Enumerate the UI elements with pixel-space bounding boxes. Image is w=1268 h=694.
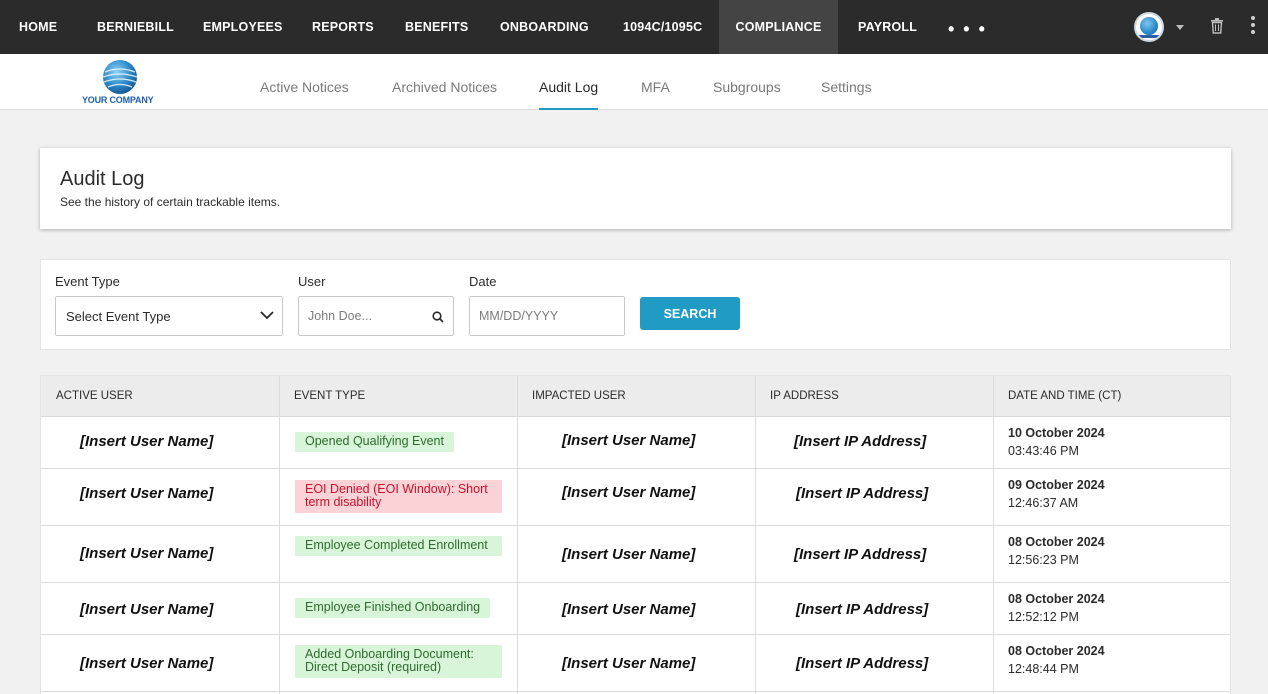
- ip-address-cell: [Insert IP Address]: [796, 601, 929, 618]
- date-cell: 08 October 2024: [1008, 535, 1105, 549]
- avatar-label-mark: [1138, 35, 1160, 38]
- search-icon[interactable]: [432, 311, 444, 323]
- nav-item-onboarding[interactable]: ONBOARDING: [500, 0, 589, 54]
- table-header-row: ACTIVE USER EVENT TYPE IMPACTED USER IP …: [41, 376, 1230, 417]
- chevron-down-icon: [260, 311, 274, 320]
- event-type-badge: Added Onboarding Document: Direct Deposi…: [295, 645, 502, 678]
- nav-item-payroll[interactable]: PAYROLL: [858, 0, 917, 54]
- column-header-active-user: ACTIVE USER: [56, 390, 133, 402]
- event-type-badge: Opened Qualifying Event: [295, 432, 454, 452]
- ip-address-cell: [Insert IP Address]: [794, 433, 927, 450]
- time-cell: 12:56:23 PM: [1008, 553, 1079, 567]
- nav-item-benefits[interactable]: BENEFITS: [405, 0, 468, 54]
- active-user-cell: [Insert User Name]: [80, 545, 214, 562]
- table-row[interactable]: [Insert User Name] EOI Denied (EOI Windo…: [41, 469, 1230, 526]
- nav-item-home[interactable]: HOME: [19, 0, 57, 54]
- active-user-cell: [Insert User Name]: [80, 485, 214, 502]
- table-row[interactable]: [Insert User Name] Opened Qualifying Eve…: [41, 417, 1230, 469]
- column-header-impacted-user: IMPACTED USER: [532, 390, 626, 402]
- date-cell: 10 October 2024: [1008, 426, 1105, 440]
- caret-down-icon[interactable]: [1176, 25, 1184, 30]
- table-row[interactable]: [Insert User Name] Employee Completed En…: [41, 526, 1230, 583]
- active-user-cell: [Insert User Name]: [80, 601, 214, 618]
- event-type-label: Event Type: [55, 274, 120, 289]
- globe-icon: [1140, 17, 1158, 35]
- time-cell: 03:43:46 PM: [1008, 444, 1079, 458]
- sub-nav: YOUR COMPANY Active Notices Archived Not…: [0, 54, 1268, 110]
- impacted-user-cell: [Insert User Name]: [562, 546, 696, 563]
- time-cell: 12:48:44 PM: [1008, 662, 1079, 676]
- table-row[interactable]: [Insert User Name] Employee Finished Onb…: [41, 583, 1230, 635]
- column-header-event-type: EVENT TYPE: [294, 390, 366, 402]
- ip-address-cell: [Insert IP Address]: [796, 655, 929, 672]
- search-button[interactable]: SEARCH: [640, 297, 740, 330]
- ip-address-cell: [Insert IP Address]: [794, 546, 927, 563]
- event-type-badge: EOI Denied (EOI Window): Short term disa…: [295, 480, 502, 513]
- kebab-menu-icon[interactable]: [1250, 16, 1256, 38]
- nav-item-compliance[interactable]: COMPLIANCE: [719, 0, 838, 54]
- time-cell: 12:52:12 PM: [1008, 610, 1079, 624]
- page-header-card: Audit Log See the history of certain tra…: [40, 148, 1231, 229]
- impacted-user-cell: [Insert User Name]: [562, 655, 696, 672]
- event-type-selected-value: Select Event Type: [66, 309, 171, 324]
- tab-mfa[interactable]: MFA: [641, 54, 670, 110]
- user-label: User: [298, 274, 326, 289]
- date-input[interactable]: [470, 297, 624, 335]
- tab-subgroups[interactable]: Subgroups: [713, 54, 781, 110]
- nav-item-berniebill[interactable]: BERNIEBILL: [97, 0, 174, 54]
- page-subtitle: See the history of certain trackable ite…: [60, 195, 281, 209]
- tab-active-notices[interactable]: Active Notices: [260, 54, 349, 110]
- impacted-user-cell: [Insert User Name]: [562, 432, 696, 449]
- user-search-field: [298, 296, 454, 336]
- nav-item-employees[interactable]: EMPLOYEES: [203, 0, 283, 54]
- trash-icon[interactable]: [1210, 18, 1224, 34]
- date-field: [469, 296, 625, 336]
- active-user-cell: [Insert User Name]: [80, 655, 214, 672]
- column-header-date-time: DATE AND TIME (CT): [1008, 390, 1122, 402]
- event-type-badge: Employee Completed Enrollment: [295, 536, 502, 556]
- tab-settings[interactable]: Settings: [821, 54, 872, 110]
- user-search-input[interactable]: [299, 297, 453, 335]
- ip-address-cell: [Insert IP Address]: [796, 485, 929, 502]
- table-row[interactable]: [Insert User Name] Added Onboarding Docu…: [41, 635, 1230, 692]
- column-header-ip-address: IP ADDRESS: [770, 390, 839, 402]
- date-label: Date: [469, 274, 497, 289]
- active-user-cell: [Insert User Name]: [80, 433, 214, 450]
- event-type-badge: Employee Finished Onboarding: [295, 598, 491, 618]
- audit-log-table: ACTIVE USER EVENT TYPE IMPACTED USER IP …: [40, 375, 1231, 694]
- date-cell: 08 October 2024: [1008, 592, 1105, 606]
- date-cell: 08 October 2024: [1008, 644, 1105, 658]
- tab-audit-log[interactable]: Audit Log: [539, 54, 599, 110]
- company-globe-icon[interactable]: [1134, 12, 1164, 42]
- top-nav: HOME BERNIEBILL EMPLOYEES REPORTS BENEFI…: [0, 0, 1268, 54]
- impacted-user-cell: [Insert User Name]: [562, 601, 696, 618]
- event-type-select[interactable]: Select Event Type: [55, 296, 283, 336]
- nav-item-reports[interactable]: REPORTS: [312, 0, 374, 54]
- nav-item-1094c-1095c[interactable]: 1094C/1095C: [623, 0, 702, 54]
- tab-archived-notices[interactable]: Archived Notices: [392, 54, 497, 110]
- impacted-user-cell: [Insert User Name]: [562, 484, 696, 501]
- company-logo-text: YOUR COMPANY: [82, 95, 154, 105]
- filter-panel: Event Type Select Event Type User Date S…: [40, 259, 1231, 350]
- time-cell: 12:46:37 AM: [1008, 496, 1079, 510]
- date-cell: 09 October 2024: [1008, 478, 1105, 492]
- page-title: Audit Log: [60, 168, 145, 190]
- more-menu-button[interactable]: • • •: [948, 0, 987, 54]
